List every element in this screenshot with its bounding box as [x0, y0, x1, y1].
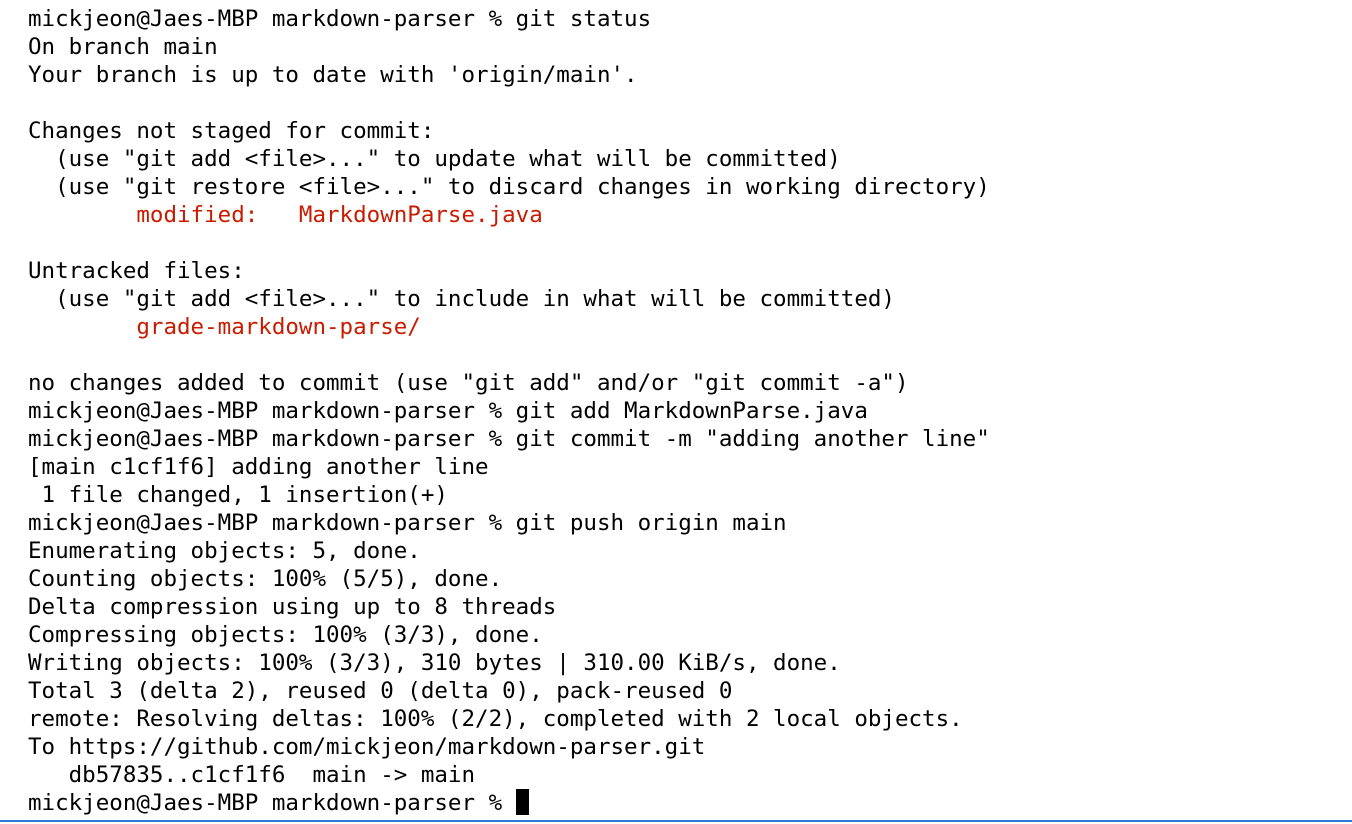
terminal-line: Delta compression using up to 8 threads	[28, 594, 557, 620]
terminal-output: mickjeon@Jaes-MBP markdown-parser % git …	[28, 5, 1352, 817]
terminal-line: Enumerating objects: 5, done.	[28, 538, 421, 564]
terminal-line: [main c1cf1f6] adding another line	[28, 454, 489, 480]
terminal-line: remote: Resolving deltas: 100% (2/2), co…	[28, 706, 963, 732]
terminal-window[interactable]: mickjeon@Jaes-MBP markdown-parser % git …	[0, 0, 1352, 822]
terminal-line: Total 3 (delta 2), reused 0 (delta 0), p…	[28, 678, 733, 704]
terminal-line: Untracked files:	[28, 258, 245, 284]
terminal-line: Compressing objects: 100% (3/3), done.	[28, 622, 543, 648]
terminal-line: mickjeon@Jaes-MBP markdown-parser % git …	[28, 510, 787, 536]
terminal-line: db57835..c1cf1f6 main -> main	[28, 762, 476, 788]
terminal-line: mickjeon@Jaes-MBP markdown-parser % git …	[28, 6, 652, 32]
git-status-file-line: modified: MarkdownParse.java	[28, 202, 543, 228]
shell-prompt: mickjeon@Jaes-MBP markdown-parser %	[28, 790, 516, 816]
terminal-line: 1 file changed, 1 insertion(+)	[28, 482, 448, 508]
focus-border	[0, 820, 1352, 822]
terminal-line: Writing objects: 100% (3/3), 310 bytes |…	[28, 650, 841, 676]
terminal-line: To https://github.com/mickjeon/markdown-…	[28, 734, 706, 760]
git-status-file-line: grade-markdown-parse/	[28, 314, 421, 340]
terminal-line: (use "git restore <file>..." to discard …	[28, 174, 990, 200]
text-cursor	[515, 789, 529, 815]
terminal-line: On branch main	[28, 34, 218, 60]
terminal-line: mickjeon@Jaes-MBP markdown-parser % git …	[28, 398, 868, 424]
terminal-line: mickjeon@Jaes-MBP markdown-parser % git …	[28, 426, 990, 452]
terminal-line: (use "git add <file>..." to update what …	[28, 146, 841, 172]
terminal-line: Changes not staged for commit:	[28, 118, 435, 144]
terminal-line: no changes added to commit (use "git add…	[28, 370, 909, 396]
terminal-line: Counting objects: 100% (5/5), done.	[28, 566, 503, 592]
prompt-line[interactable]: mickjeon@Jaes-MBP markdown-parser %	[28, 789, 1352, 817]
terminal-line: (use "git add <file>..." to include in w…	[28, 286, 895, 312]
terminal-line: Your branch is up to date with 'origin/m…	[28, 62, 638, 88]
